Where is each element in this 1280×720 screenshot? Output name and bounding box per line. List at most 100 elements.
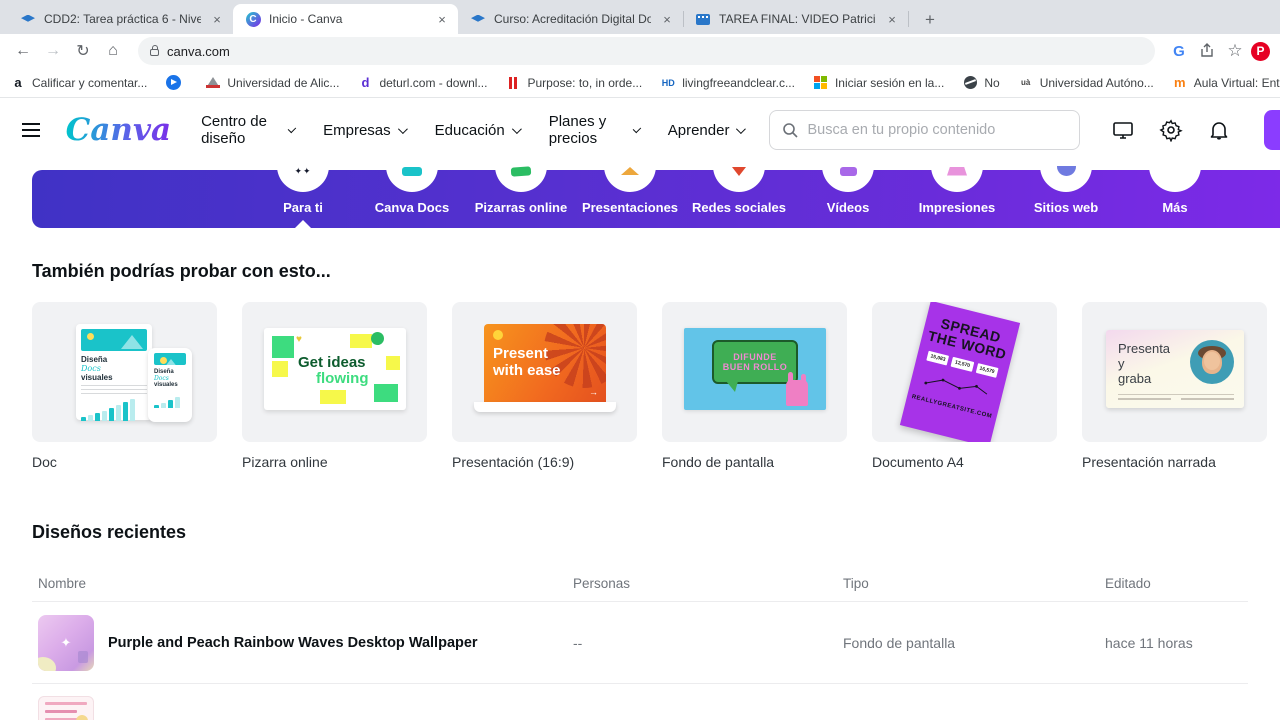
category-pizarras-online[interactable]: Pizarras online (466, 162, 576, 228)
refresh-button[interactable]: ↻ (70, 38, 96, 64)
category-sitios-web[interactable]: Sitios web (1011, 162, 1121, 228)
tab-course-1[interactable]: CDD2: Tarea práctica 6 - Nivel A2 × (8, 4, 234, 34)
social-heart-icon (713, 162, 765, 192)
bookmark-label: Calificar y comentar... (32, 75, 148, 90)
search-input[interactable] (807, 122, 1068, 138)
category-label: Vídeos (826, 200, 870, 215)
bookmark-star-icon[interactable]: ☆ (1223, 39, 1247, 63)
chevron-down-icon (397, 123, 408, 134)
art-text: Diseña (81, 355, 108, 364)
art-text: flowing (316, 370, 369, 387)
tab-close-icon[interactable]: × (884, 11, 900, 27)
create-design-button[interactable] (1264, 110, 1280, 150)
tab-close-icon[interactable]: × (659, 11, 675, 27)
bookmark-item[interactable]: m Aula Virtual: Entrar... (1172, 75, 1280, 91)
tab-course-2[interactable]: Curso: Acreditación Digital Doce × (458, 4, 684, 34)
presentation-icon (604, 162, 656, 192)
new-tab-button[interactable]: + (916, 6, 944, 34)
card-label: Fondo de pantalla (662, 454, 775, 470)
art-text: BUEN ROLLO (722, 362, 788, 372)
category-impresiones[interactable]: Impresiones (902, 162, 1012, 228)
hamburger-menu-icon[interactable] (22, 123, 40, 137)
print-icon (931, 162, 983, 192)
home-button[interactable]: ⌂ (100, 38, 126, 64)
share-icon[interactable] (1195, 39, 1219, 63)
tab-title: TAREA FINAL: VIDEO Patricia Do (719, 12, 876, 26)
nav-aprender[interactable]: Aprender (668, 122, 747, 139)
card-fondo-de-pantalla[interactable]: DIFUNDE BUEN ROLLO Fondo de pantalla (662, 302, 847, 470)
bookmarks-bar: a Calificar y comentar... Universidad de… (0, 68, 1280, 98)
category-presentaciones[interactable]: Presentaciones (575, 162, 685, 228)
category-hero: ✦✦ Para ti Canva Docs Pizarras online Pr… (0, 162, 1280, 228)
tab-video-task[interactable]: TAREA FINAL: VIDEO Patricia Do × (683, 4, 909, 34)
bookmark-item[interactable]: Purpose: to, in orde... (505, 75, 642, 91)
amazon-a-icon: a (14, 75, 22, 90)
category-label: Redes sociales (692, 200, 786, 215)
card-doc[interactable]: Diseña Docs visuales Diseña Docs visuale… (32, 302, 217, 470)
column-tipo[interactable]: Tipo (843, 576, 1105, 591)
rock-hand-icon (786, 372, 808, 406)
column-nombre[interactable]: Nombre (38, 576, 573, 591)
table-row[interactable]: ✦ Purple and Peach Rainbow Waves Desktop… (32, 601, 1248, 683)
tab-close-icon[interactable]: × (434, 11, 450, 27)
category-label: Canva Docs (374, 200, 450, 215)
narrated-card-art: Presenta y graba (1082, 302, 1267, 442)
ua-text-icon: uà (1021, 78, 1031, 87)
card-pizarra-online[interactable]: ♥ Get ideas flowing Pizarra online (242, 302, 427, 470)
bookmark-item[interactable]: uà Universidad Autóno... (1018, 75, 1154, 91)
tab-title: CDD2: Tarea práctica 6 - Nivel A2 (44, 12, 201, 26)
pinterest-extension-icon[interactable]: P (1251, 41, 1270, 61)
lock-icon (150, 45, 159, 56)
notifications-bell-icon[interactable] (1206, 117, 1232, 143)
art-text: visuales (154, 382, 178, 388)
nav-educacion[interactable]: Educación (435, 122, 522, 139)
category-videos[interactable]: Vídeos (793, 162, 903, 228)
red-bars-icon (505, 75, 521, 91)
google-account-icon[interactable]: G (1167, 39, 1191, 63)
url-text[interactable]: canva.com (167, 44, 230, 59)
doc-mockup: Diseña Docs visuales (76, 324, 152, 421)
back-button[interactable]: ← (10, 38, 36, 64)
content-search-box[interactable] (769, 110, 1081, 150)
devices-monitor-icon[interactable] (1110, 117, 1136, 143)
nav-empresas[interactable]: Empresas (323, 122, 408, 139)
card-documento-a4[interactable]: SPREAD THE WORD 15,083 12,570 16,579 REA… (872, 302, 1057, 470)
nav-centro-de-diseno[interactable]: Centro de diseño (201, 113, 297, 147)
canva-logo[interactable]: Canva (66, 114, 175, 146)
category-label: Sitios web (1033, 200, 1099, 215)
column-personas[interactable]: Personas (573, 576, 843, 591)
card-presentacion-narrada[interactable]: Presenta y graba Presentación narrada (1082, 302, 1267, 470)
category-para-ti[interactable]: ✦✦ Para ti (248, 162, 358, 228)
bookmark-item[interactable]: Universidad de Alic... (205, 75, 339, 91)
settings-gear-icon[interactable] (1158, 117, 1184, 143)
category-mas[interactable]: Más (1120, 162, 1230, 228)
table-row[interactable]: infografia escolar educativa rosa pastel… (32, 683, 1248, 720)
bookmark-item[interactable]: d deturl.com - downl... (357, 75, 487, 91)
tab-close-icon[interactable]: × (209, 11, 225, 27)
heart-sticker-icon: ♥ (296, 334, 302, 345)
presentation-card-art: Present with ease → (452, 302, 637, 442)
more-icon (1149, 162, 1201, 192)
tab-canva-home[interactable]: C Inicio - Canva × (233, 4, 458, 34)
forward-button[interactable]: → (40, 38, 66, 64)
bookmark-label: Universidad Autóno... (1039, 75, 1154, 90)
doc-banner-image (154, 353, 186, 365)
canva-favicon-icon: C (245, 11, 261, 27)
address-bar[interactable]: canva.com (138, 37, 1155, 65)
card-presentacion-169[interactable]: Present with ease → Presentación (16:9) (452, 302, 637, 470)
bookmark-item[interactable]: a Calificar y comentar... (10, 75, 147, 91)
category-canva-docs[interactable]: Canva Docs (357, 162, 467, 228)
bookmark-label: Purpose: to, in orde... (527, 75, 643, 90)
bookmark-item[interactable]: Iniciar sesión en la... (813, 75, 944, 91)
nav-planes-y-precios[interactable]: Planes y precios (549, 113, 641, 147)
chevron-down-icon (287, 124, 297, 133)
bookmark-item[interactable]: HD livingfreeandclear.c... (660, 75, 795, 91)
bookmark-item[interactable]: No (962, 75, 1000, 91)
suggestions-section: También podrías probar con esto... Diseñ… (0, 261, 1280, 470)
column-editado[interactable]: Editado (1105, 576, 1248, 591)
bookmark-item[interactable] (165, 75, 187, 91)
chevron-down-icon (511, 123, 522, 134)
category-label: Para ti (283, 200, 323, 215)
wallpaper-mockup: DIFUNDE BUEN ROLLO (684, 328, 826, 410)
category-redes-sociales[interactable]: Redes sociales (684, 162, 794, 228)
